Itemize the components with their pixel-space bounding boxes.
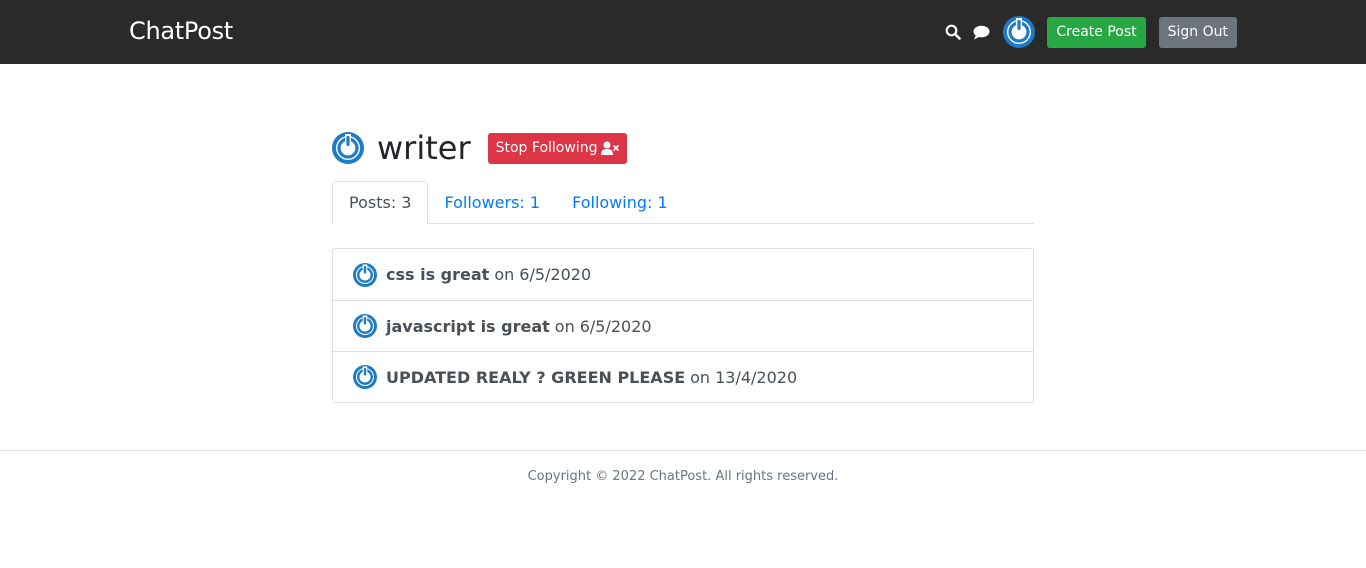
post-title: UPDATED REALY ? GREEN PLEASE	[386, 367, 686, 387]
profile-header: writer Stop Following	[332, 129, 1034, 167]
stop-following-label: Stop Following	[495, 140, 598, 156]
main-content: writer Stop Following Posts: 3 Followers…	[332, 64, 1034, 403]
tab-followers[interactable]: Followers: 1	[428, 181, 556, 223]
chat-icon[interactable]	[971, 22, 991, 42]
create-post-button[interactable]: Create Post	[1047, 16, 1146, 48]
search-icon[interactable]	[943, 22, 963, 42]
user-times-icon	[601, 141, 620, 155]
profile-tabs: Posts: 3 Followers: 1 Following: 1	[332, 181, 1034, 224]
author-avatar	[353, 262, 377, 287]
post-date: 6/5/2020	[579, 316, 652, 336]
post-date: 13/4/2020	[715, 367, 798, 387]
post-list: css is great on 6/5/2020 javascript is g…	[332, 248, 1034, 403]
post-title: javascript is great	[386, 316, 550, 336]
brand-logo[interactable]: ChatPost	[129, 17, 233, 45]
tab-posts[interactable]: Posts: 3	[332, 181, 429, 224]
page-footer: Copyright © 2022 ChatPost. All rights re…	[0, 450, 1366, 484]
author-avatar	[353, 365, 377, 389]
top-navbar: ChatPost Create Post Sign Out	[0, 0, 1366, 64]
sign-out-button[interactable]: Sign Out	[1158, 16, 1237, 48]
post-list-item[interactable]: javascript is great on 6/5/2020	[333, 300, 1033, 351]
post-date: 6/5/2020	[519, 265, 592, 284]
post-on-label: on	[494, 265, 515, 284]
profile-username: writer	[377, 129, 471, 167]
user-avatar[interactable]	[1003, 16, 1036, 48]
footer-copyright: Copyright © 2022 ChatPost. All rights re…	[527, 469, 839, 484]
post-list-item[interactable]: css is great on 6/5/2020	[333, 249, 1033, 300]
profile-avatar	[332, 132, 364, 164]
post-list-item[interactable]: UPDATED REALY ? GREEN PLEASE on 13/4/202…	[333, 351, 1033, 402]
tab-following[interactable]: Following: 1	[556, 181, 684, 223]
post-on-label: on	[690, 367, 711, 387]
post-on-label: on	[554, 316, 575, 336]
author-avatar	[353, 314, 377, 338]
stop-following-button[interactable]: Stop Following	[487, 132, 628, 164]
navbar-actions: Create Post Sign Out	[943, 16, 1237, 48]
post-title: css is great	[386, 265, 490, 284]
